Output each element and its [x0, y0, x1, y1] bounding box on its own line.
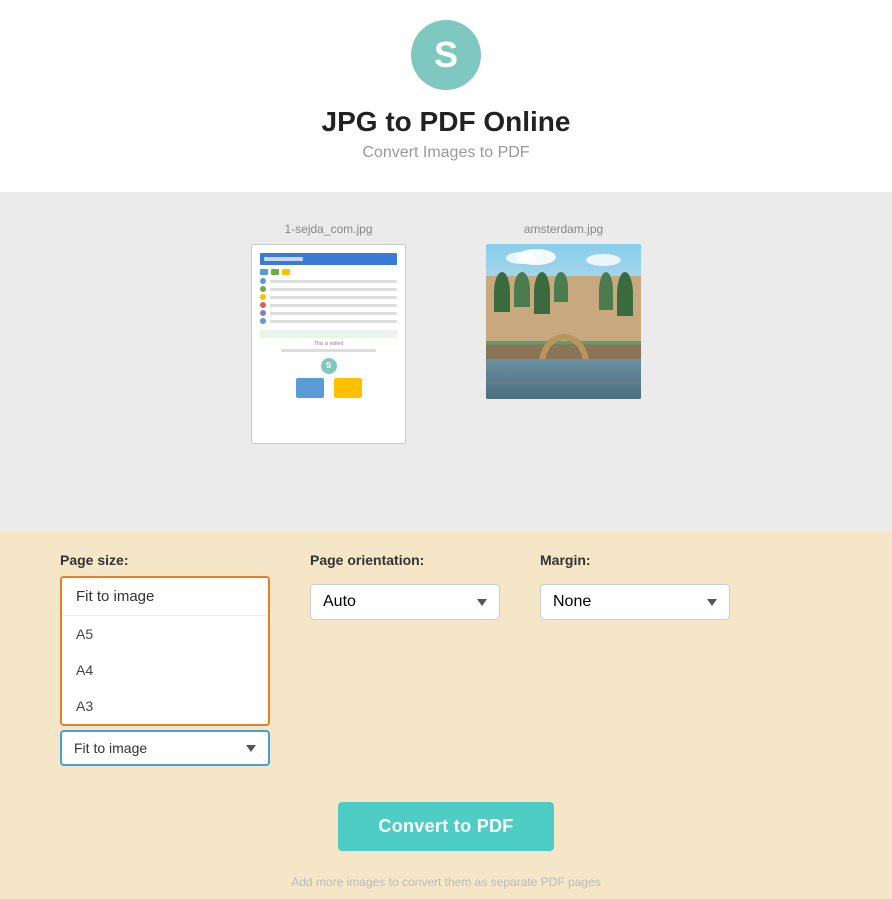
margin-selected-text: None — [553, 593, 591, 611]
margin-select[interactable]: None — [540, 584, 730, 620]
trees — [494, 272, 568, 314]
page-size-label: Page size: — [60, 552, 270, 568]
margin-group: Margin: None — [540, 552, 730, 620]
logo-letter: S — [434, 37, 458, 73]
bottom-text: Add more images to convert them as separ… — [291, 875, 601, 889]
dropdown-a5-option[interactable]: A5 — [62, 616, 268, 652]
page-size-group: Page size: Fit to image A5 A4 A3 Fit to … — [60, 552, 270, 766]
water — [486, 359, 641, 399]
dropdown-fit-option-top[interactable]: Fit to image — [62, 578, 268, 616]
header-section: S JPG to PDF Online Convert Images to PD… — [0, 0, 892, 192]
convert-button[interactable]: Convert to PDF — [338, 802, 553, 851]
orientation-select[interactable]: Auto — [310, 584, 500, 620]
thumbnail-sejda: This is edited S — [251, 244, 406, 444]
image-card-1: 1-sejda_com.jpg — [251, 222, 406, 444]
page-title: JPG to PDF Online — [0, 106, 892, 138]
orientation-group: Page orientation: Auto — [310, 552, 500, 620]
margin-label: Margin: — [540, 552, 730, 568]
images-row: 1-sejda_com.jpg — [20, 222, 872, 444]
thumbnail-amsterdam — [486, 244, 641, 399]
dropdown-a4-option[interactable]: A4 — [62, 652, 268, 688]
logo: S — [411, 20, 481, 90]
orientation-label: Page orientation: — [310, 552, 500, 568]
page-size-dropdown-open[interactable]: Fit to image A5 A4 A3 — [60, 576, 270, 726]
filename-1: 1-sejda_com.jpg — [284, 222, 372, 236]
page-size-select[interactable]: Fit to image — [60, 730, 270, 766]
bottom-text-area: Add more images to convert them as separ… — [0, 871, 892, 899]
orientation-chevron-icon — [477, 599, 487, 606]
orientation-selected-text: Auto — [323, 593, 356, 611]
trees-right — [599, 272, 633, 316]
image-card-2: amsterdam.jpg — [486, 222, 641, 444]
page-size-selected-text: Fit to image — [74, 740, 147, 756]
filename-2: amsterdam.jpg — [524, 222, 603, 236]
margin-chevron-icon — [707, 599, 717, 606]
controls-section: Page size: Fit to image A5 A4 A3 Fit to … — [0, 532, 892, 786]
convert-area: Convert to PDF — [0, 786, 892, 871]
dropdown-a3-option[interactable]: A3 — [62, 688, 268, 724]
dropdown-open-box[interactable]: Fit to image A5 A4 A3 — [60, 576, 270, 726]
page-subtitle: Convert Images to PDF — [0, 144, 892, 162]
page-size-chevron-icon — [246, 745, 256, 752]
main-content: 1-sejda_com.jpg — [0, 192, 892, 532]
